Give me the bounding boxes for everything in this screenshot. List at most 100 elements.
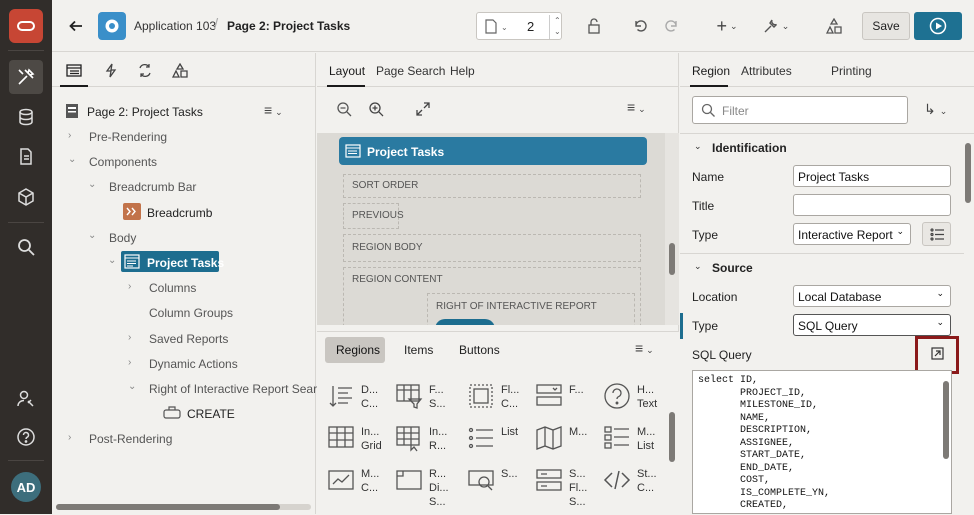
tab-printing[interactable]: Printing: [831, 64, 872, 78]
expand-icon[interactable]: [416, 102, 430, 116]
location-label: Location: [692, 290, 738, 304]
collapse-chevron-icon[interactable]: ⌄: [68, 154, 76, 165]
canvas-scrollbar[interactable]: [665, 133, 679, 325]
slot-sort-order[interactable]: SORT ORDER: [343, 174, 641, 198]
oracle-logo-button[interactable]: [9, 9, 43, 43]
page-stepper[interactable]: ⌃ ⌄: [549, 15, 561, 39]
expand-chevron-icon[interactable]: ›: [68, 130, 71, 141]
tree-item-breadcrumb-bar[interactable]: Breadcrumb Bar: [109, 180, 196, 194]
save-button[interactable]: Save: [862, 12, 910, 40]
tree-item-saved-reports[interactable]: Saved Reports: [149, 332, 228, 346]
media-list-icon: [604, 426, 629, 449]
tree-item-dynamic-actions[interactable]: Dynamic Actions: [149, 357, 238, 371]
run-page-button[interactable]: [914, 12, 962, 40]
tree-item-pre-rendering[interactable]: Pre-Rendering: [89, 130, 167, 144]
create-button-preview[interactable]: [435, 319, 495, 325]
tab-items[interactable]: Items: [404, 343, 433, 357]
rendering-tab-icon[interactable]: [66, 64, 82, 77]
user-avatar[interactable]: AD: [11, 472, 41, 502]
expand-chevron-icon[interactable]: ›: [128, 332, 131, 343]
tab-regions[interactable]: Regions: [336, 343, 380, 357]
lock-page-icon[interactable]: [582, 12, 606, 40]
page-selector[interactable]: ⌄ 2 ⌃ ⌄: [476, 12, 562, 40]
tree-item-post-rendering[interactable]: Post-Rendering: [89, 432, 172, 446]
location-select[interactable]: Local Database ⌄: [793, 285, 951, 307]
slot-previous[interactable]: PREVIOUS: [343, 203, 404, 229]
flex-container-icon: [469, 384, 493, 408]
tree-item-create-button[interactable]: CREATE: [187, 407, 235, 421]
search-icon[interactable]: [9, 230, 43, 264]
zoom-out-icon[interactable]: [337, 102, 352, 117]
breadcrumb-separator: /: [214, 16, 219, 33]
search-region-icon: [468, 470, 494, 491]
tree-item-column-groups[interactable]: Column Groups: [149, 306, 233, 320]
dynamic-actions-tab-icon[interactable]: [104, 63, 118, 78]
app-icon[interactable]: [98, 12, 126, 40]
undo-icon[interactable]: [628, 12, 652, 40]
name-field[interactable]: Project Tasks: [793, 165, 951, 187]
tree-horizontal-scrollbar[interactable]: [56, 504, 311, 510]
layout-canvas[interactable]: Project Tasks SORT ORDER PREVIOUS REGION…: [317, 133, 679, 325]
collapse-chevron-icon[interactable]: ⌄: [694, 141, 702, 152]
sql-query-editor[interactable]: select ID, PROJECT_ID, MILESTONE_ID, NAM…: [692, 370, 952, 514]
layout-menu-icon[interactable]: ≡ ⌄: [627, 99, 646, 115]
shared-components-tab-icon[interactable]: [172, 63, 188, 78]
chevron-down-icon: ⌄: [936, 317, 944, 327]
tab-help[interactable]: Help: [450, 64, 475, 78]
collapse-chevron-icon[interactable]: ⌄: [88, 230, 96, 241]
expand-chevron-icon[interactable]: ›: [68, 432, 71, 443]
create-menu-icon[interactable]: + ⌄: [712, 12, 742, 40]
shared-components-icon[interactable]: [822, 12, 846, 40]
section-identification[interactable]: Identification: [712, 141, 787, 155]
tree-item-breadcrumb[interactable]: Breadcrumb: [147, 206, 212, 220]
section-source[interactable]: Source: [712, 261, 753, 275]
sql-editor-scrollbar[interactable]: [943, 381, 949, 459]
expand-chevron-icon[interactable]: ›: [128, 281, 131, 292]
administration-icon[interactable]: [9, 382, 43, 416]
source-type-select[interactable]: SQL Query ⌄: [793, 314, 951, 336]
go-to-group-icon[interactable]: ↳ ⌄: [924, 101, 947, 118]
region-type-list-button[interactable]: [922, 222, 951, 246]
region-project-tasks[interactable]: Project Tasks: [339, 137, 647, 165]
title-field[interactable]: [793, 194, 951, 216]
tab-attributes[interactable]: Attributes: [741, 64, 792, 78]
type-label: Type: [692, 228, 719, 242]
tab-region[interactable]: Region: [692, 64, 730, 78]
app-name-link[interactable]: Application 103: [134, 19, 216, 33]
tree-page-header[interactable]: Page 2: Project Tasks: [87, 105, 203, 119]
app-builder-icon[interactable]: [9, 60, 43, 94]
filter-input[interactable]: Filter: [692, 96, 908, 124]
filter-placeholder: Filter: [722, 104, 749, 118]
back-arrow-icon[interactable]: [66, 12, 86, 40]
sql-query-label: SQL Query: [692, 348, 752, 362]
redo-icon[interactable]: [660, 12, 684, 40]
expand-chevron-icon[interactable]: ›: [128, 357, 131, 368]
region-title: Project Tasks: [367, 145, 445, 159]
region-type-select[interactable]: Interactive Report ⌄: [793, 223, 911, 245]
tree-item-right-of-ir-search[interactable]: Right of Interactive Report Search: [149, 382, 330, 396]
collapse-chevron-icon[interactable]: ⌄: [88, 179, 96, 190]
tree-item-components[interactable]: Components: [89, 155, 157, 169]
search-icon: [701, 103, 715, 117]
property-scrollbar[interactable]: [965, 143, 971, 203]
tab-page-search[interactable]: Page Search: [376, 64, 445, 78]
slot-region-body[interactable]: REGION BODY: [343, 234, 641, 262]
utilities-wrench-icon[interactable]: ⌄: [760, 12, 792, 40]
collapse-chevron-icon[interactable]: ⌄: [694, 261, 702, 272]
tree-menu-icon[interactable]: ≡ ⌄: [264, 102, 283, 118]
open-code-editor-icon[interactable]: [931, 347, 944, 360]
tree-item-columns[interactable]: Columns: [149, 281, 196, 295]
team-development-icon[interactable]: [9, 140, 43, 174]
tab-buttons[interactable]: Buttons: [459, 343, 500, 357]
processing-tab-icon[interactable]: [137, 63, 153, 78]
zoom-in-icon[interactable]: [369, 102, 384, 117]
collapse-chevron-icon[interactable]: ⌄: [108, 255, 116, 266]
collapse-chevron-icon[interactable]: ⌄: [128, 381, 136, 392]
help-icon[interactable]: [9, 420, 43, 454]
tab-layout[interactable]: Layout: [329, 64, 365, 78]
gallery-menu-icon[interactable]: ≡ ⌄: [635, 340, 654, 356]
gallery-icon[interactable]: [9, 180, 43, 214]
tree-item-body[interactable]: Body: [109, 231, 136, 245]
gallery-scrollbar[interactable]: [665, 372, 679, 515]
sql-workshop-icon[interactable]: [9, 100, 43, 134]
